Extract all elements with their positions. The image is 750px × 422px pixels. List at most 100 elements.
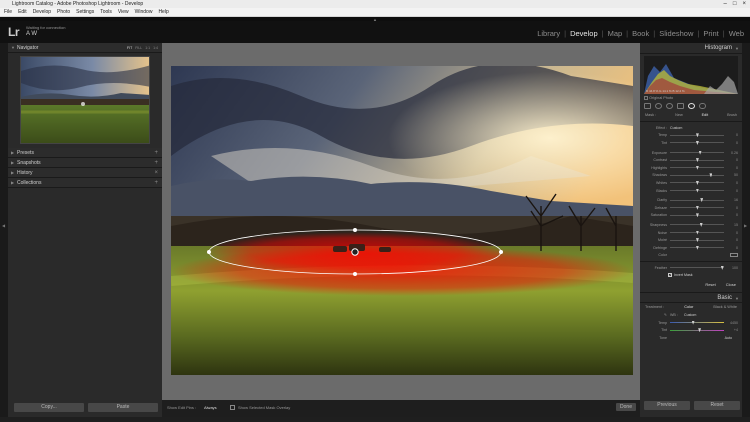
feather-value[interactable]: 100 — [724, 266, 738, 270]
paste-button[interactable]: Paste — [88, 403, 158, 412]
done-button[interactable]: Done — [616, 403, 636, 411]
zoom-1-4[interactable]: 1:4 — [153, 43, 158, 53]
module-library[interactable]: Library — [537, 29, 560, 38]
module-develop[interactable]: Develop — [570, 29, 598, 38]
effect-select[interactable]: Custom — [670, 126, 738, 130]
defringe-slider[interactable] — [670, 245, 724, 250]
moir--value[interactable]: 0 — [724, 238, 738, 242]
history-header[interactable]: ▶ History × — [8, 168, 162, 178]
mask-new[interactable]: New — [675, 113, 683, 117]
menu-file[interactable]: File — [4, 8, 12, 16]
treatment-bw[interactable]: Black & White — [713, 305, 737, 309]
adjustment-brush-icon[interactable] — [699, 102, 706, 109]
mask-close-button[interactable]: Close — [726, 282, 736, 287]
highlights-value[interactable]: 0 — [724, 166, 738, 170]
slider-thumb[interactable] — [699, 222, 703, 227]
slider-thumb[interactable] — [695, 140, 699, 145]
presets-header[interactable]: ▶ Presets + — [8, 148, 162, 158]
collections-header[interactable]: ▶ Collections + — [8, 178, 162, 188]
menu-help[interactable]: Help — [158, 8, 168, 16]
module-map[interactable]: Map — [608, 29, 623, 38]
navigator-preview[interactable] — [20, 56, 150, 144]
invert-mask-checkbox[interactable]: ✓ — [668, 273, 672, 278]
sharpness-slider[interactable] — [670, 222, 724, 227]
contrast-slider[interactable] — [670, 158, 724, 163]
mask-reset-button[interactable]: Reset — [705, 282, 715, 287]
basic-temp-value[interactable]: 4450 — [724, 321, 738, 325]
blacks-value[interactable]: 0 — [724, 189, 738, 193]
module-book[interactable]: Book — [632, 29, 649, 38]
shadows-slider[interactable] — [670, 173, 724, 178]
image-canvas[interactable] — [162, 43, 640, 400]
snapshots-header[interactable]: ▶ Snapshots + — [8, 158, 162, 168]
show-edit-pins-select[interactable]: Always — [204, 405, 217, 410]
slider-thumb[interactable] — [695, 133, 699, 138]
module-print[interactable]: Print — [703, 29, 718, 38]
zoom-fit[interactable]: FIT — [127, 43, 132, 53]
redeye-icon[interactable] — [666, 102, 673, 109]
histogram-header[interactable]: Histogram ▼ — [640, 43, 742, 54]
slider-thumb[interactable] — [695, 230, 699, 235]
tint-value[interactable]: 0 — [724, 141, 738, 145]
slider-thumb[interactable] — [700, 198, 704, 203]
tint-slider[interactable] — [670, 140, 724, 145]
basic-tint-slider[interactable] — [670, 328, 724, 333]
maximize-button[interactable]: □ — [733, 0, 737, 8]
add-preset-icon[interactable]: + — [154, 148, 158, 158]
module-web[interactable]: Web — [729, 29, 744, 38]
defringe-value[interactable]: 0 — [724, 246, 738, 250]
slider-thumb[interactable] — [691, 320, 695, 325]
slider-thumb[interactable] — [695, 180, 699, 185]
slider-thumb[interactable] — [695, 165, 699, 170]
menu-develop[interactable]: Develop — [33, 8, 51, 16]
menu-settings[interactable]: Settings — [76, 8, 94, 16]
color-swatch[interactable] — [730, 253, 738, 258]
mask-brush[interactable]: Brush — [727, 113, 737, 117]
right-panel-toggle[interactable]: ▶ — [742, 43, 750, 417]
clarity-slider[interactable] — [670, 198, 724, 203]
blacks-slider[interactable] — [670, 188, 724, 193]
add-collection-icon[interactable]: + — [154, 178, 158, 188]
navigator-header[interactable]: ▼ Navigator FIT FILL 1:1 1:4 — [8, 43, 162, 53]
slider-thumb[interactable] — [695, 188, 699, 193]
saturation-slider[interactable] — [670, 213, 724, 218]
slider-thumb[interactable] — [709, 173, 713, 178]
eyedropper-icon[interactable]: ✎ — [644, 313, 670, 317]
close-window-button[interactable]: × — [742, 0, 746, 8]
zoom-1-1[interactable]: 1:1 — [145, 43, 150, 53]
treatment-color[interactable]: Color — [684, 305, 693, 309]
left-panel-toggle[interactable]: ◀ — [0, 43, 8, 417]
mask-edit[interactable]: Edit — [702, 113, 709, 117]
tone-auto-button[interactable]: Auto — [725, 336, 738, 340]
right-arrow-icon[interactable]: ▶ — [744, 223, 747, 228]
contrast-value[interactable]: 0 — [724, 158, 738, 162]
slider-thumb[interactable] — [695, 238, 699, 243]
main-photo[interactable] — [171, 66, 633, 375]
radial-filter-icon[interactable] — [688, 102, 695, 109]
highlights-slider[interactable] — [670, 165, 724, 170]
basic-header[interactable]: Basic ▼ — [640, 292, 742, 304]
slider-thumb[interactable] — [698, 150, 702, 155]
dehaze-value[interactable]: 0 — [724, 206, 738, 210]
exposure-value[interactable]: 0.26 — [724, 151, 738, 155]
add-snapshot-icon[interactable]: + — [154, 158, 158, 168]
whites-value[interactable]: 0 — [724, 181, 738, 185]
slider-thumb[interactable] — [695, 158, 699, 163]
basic-temp-slider[interactable] — [670, 320, 724, 325]
graduated-filter-icon[interactable] — [677, 102, 684, 109]
menu-photo[interactable]: Photo — [57, 8, 70, 16]
reset-button[interactable]: Reset — [694, 401, 740, 410]
original-photo-checkbox[interactable] — [644, 96, 648, 100]
clarity-value[interactable]: 16 — [724, 198, 738, 202]
whites-slider[interactable] — [670, 180, 724, 185]
crop-tool-icon[interactable] — [644, 102, 651, 109]
temp-slider[interactable] — [670, 133, 724, 138]
copy-button[interactable]: Copy... — [14, 403, 84, 412]
exposure-slider[interactable] — [670, 150, 724, 155]
mask-overlay-checkbox[interactable] — [230, 405, 235, 410]
feather-slider[interactable] — [670, 265, 724, 270]
noise-value[interactable]: 0 — [724, 231, 738, 235]
minimize-button[interactable]: – — [724, 0, 727, 8]
slider-thumb[interactable] — [695, 245, 699, 250]
slider-thumb[interactable] — [695, 213, 699, 218]
